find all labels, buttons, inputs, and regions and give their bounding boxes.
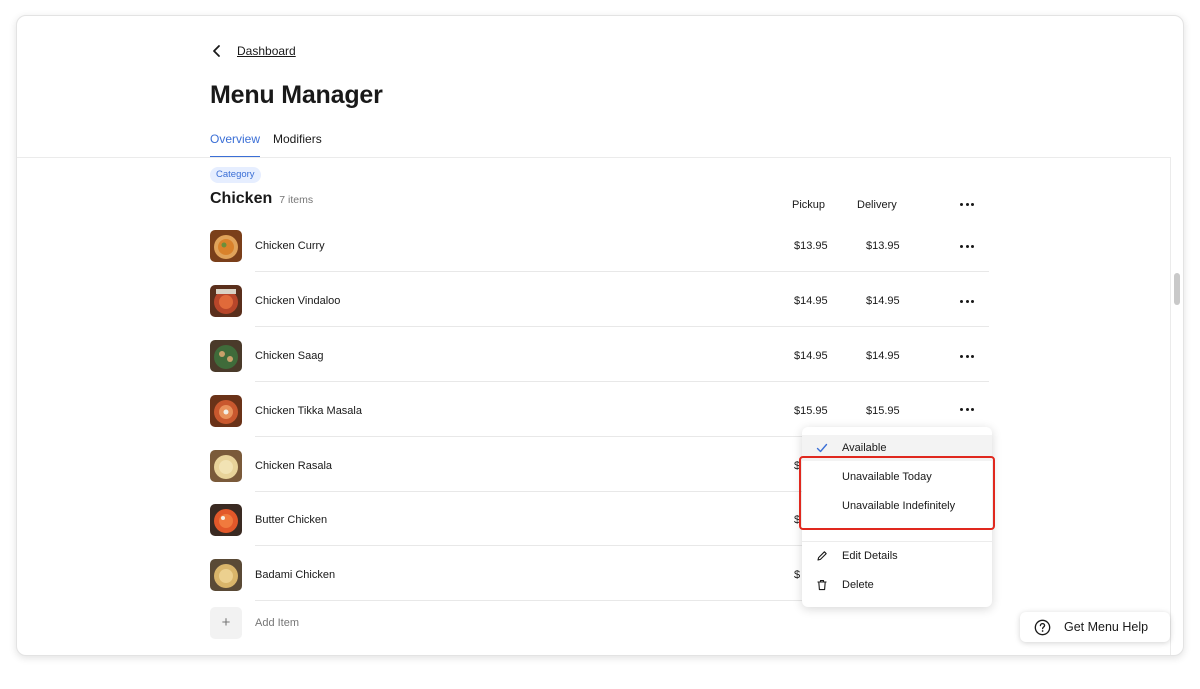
item-name: Butter Chicken <box>255 514 328 526</box>
delivery-price: $14.95 <box>866 295 900 307</box>
add-item-label[interactable]: Add Item <box>255 617 299 629</box>
column-header-delivery: Delivery <box>857 199 897 211</box>
menu-item-row[interactable]: Chicken Curry $13.95 $13.95 <box>210 217 989 272</box>
food-thumbnail <box>210 559 242 591</box>
food-thumbnail <box>210 340 242 372</box>
item-name: Chicken Tikka Masala <box>255 405 362 417</box>
category-more-icon[interactable] <box>960 203 974 207</box>
scrollbar-track[interactable] <box>1170 157 1171 655</box>
menu-option-delete[interactable]: Delete <box>802 572 992 598</box>
column-header-pickup: Pickup <box>792 199 826 211</box>
scrollbar-thumb[interactable] <box>1174 273 1180 305</box>
item-name: Chicken Saag <box>255 350 324 362</box>
pickup-price: $ <box>794 569 801 581</box>
get-menu-help-button[interactable]: Get Menu Help <box>1020 612 1170 642</box>
item-name: Chicken Rasala <box>255 460 333 472</box>
more-options-icon[interactable] <box>960 300 974 304</box>
app-window: Dashboard Menu Manager Overview Modifier… <box>16 15 1184 656</box>
tab-bar: Overview Modifiers <box>210 132 335 158</box>
menu-option-label: Edit Details <box>842 550 898 562</box>
category-header: Chicken 7 items <box>210 190 313 208</box>
help-circle-icon <box>1034 619 1051 635</box>
menu-option-label: Delete <box>842 579 874 591</box>
food-thumbnail <box>210 395 242 427</box>
delivery-price: $15.95 <box>866 405 900 417</box>
category-badge: Category <box>210 167 261 183</box>
menu-item-row[interactable]: Chicken Vindaloo $14.95 $14.95 <box>210 272 989 327</box>
trash-icon <box>817 580 827 591</box>
menu-divider <box>802 541 992 542</box>
pickup-price: $14.95 <box>794 295 828 307</box>
menu-option-label: Available <box>842 442 887 454</box>
tab-overview[interactable]: Overview <box>210 132 261 158</box>
item-name: Chicken Curry <box>255 240 325 252</box>
page-title: Menu Manager <box>210 81 383 109</box>
pickup-price: $15.95 <box>794 405 828 417</box>
item-name: Badami Chicken <box>255 569 336 581</box>
delivery-price: $13.95 <box>866 240 900 252</box>
get-menu-help-label: Get Menu Help <box>1064 620 1149 634</box>
tab-modifiers[interactable]: Modifiers <box>273 132 322 158</box>
pickup-price: $14.95 <box>794 350 828 362</box>
more-options-icon[interactable] <box>960 355 974 359</box>
food-thumbnail <box>210 504 242 536</box>
pickup-price: $13.95 <box>794 240 828 252</box>
category-name: Chicken <box>210 190 273 207</box>
chevron-left-icon <box>213 45 220 57</box>
food-thumbnail <box>210 230 242 262</box>
delivery-price: $14.95 <box>866 350 900 362</box>
annotation-highlight-box <box>799 456 995 530</box>
header-divider <box>17 157 1170 158</box>
more-options-icon[interactable] <box>960 408 974 412</box>
item-name: Chicken Vindaloo <box>255 295 341 307</box>
menu-option-edit-details[interactable]: Edit Details <box>802 543 992 569</box>
food-thumbnail <box>210 285 242 317</box>
menu-item-row[interactable]: Chicken Saag $14.95 $14.95 <box>210 327 989 382</box>
food-thumbnail <box>210 450 242 482</box>
back-link[interactable]: Dashboard <box>210 44 296 58</box>
plus-icon[interactable]: + <box>210 607 242 639</box>
more-options-icon[interactable] <box>960 245 974 249</box>
back-link-label[interactable]: Dashboard <box>237 44 296 58</box>
pencil-icon <box>817 551 827 561</box>
checkmark-icon <box>816 443 828 453</box>
category-item-count: 7 items <box>279 194 314 206</box>
